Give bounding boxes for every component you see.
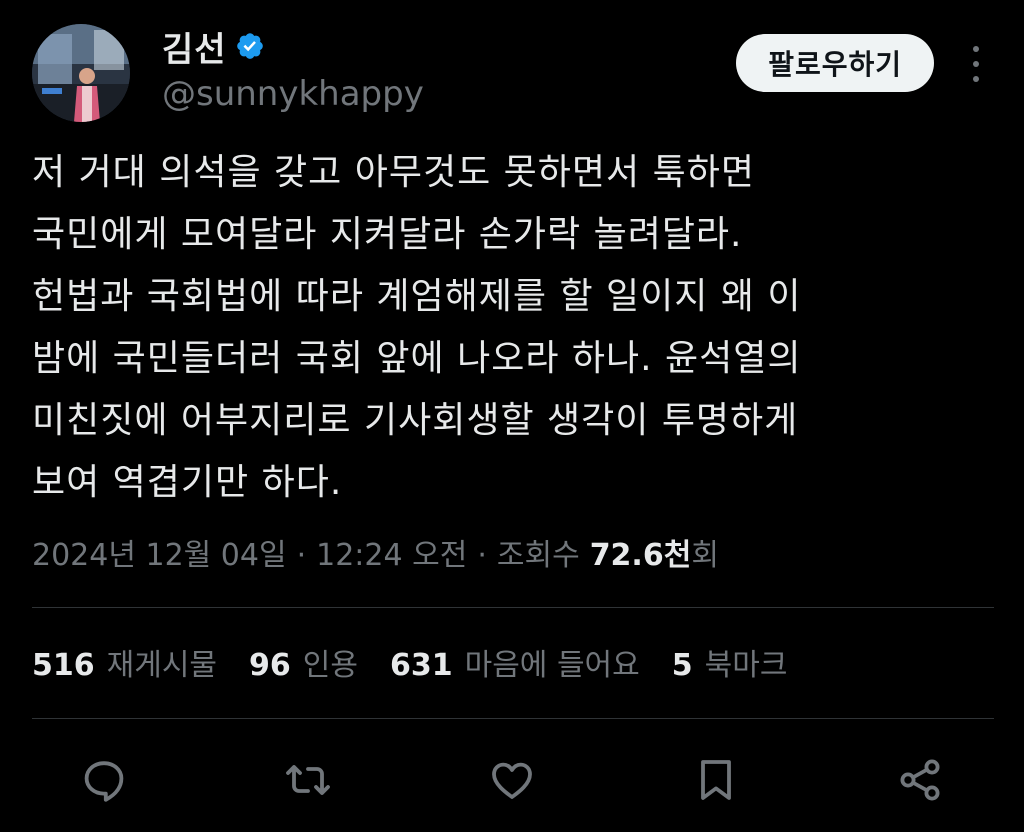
stat-reposts[interactable]: 516 재게시물 — [32, 640, 217, 684]
views-label: 조회수 — [496, 538, 580, 573]
stat-quotes[interactable]: 96 인용 — [249, 640, 358, 684]
tweet-text: 저 거대 의석을 갖고 아무것도 못하면서 툭하면 국민에게 모여달라 지켜달라… — [32, 152, 802, 503]
like-icon[interactable] — [486, 754, 538, 806]
bookmark-icon[interactable] — [690, 754, 742, 806]
more-options-icon[interactable] — [964, 46, 988, 82]
verified-badge-icon — [235, 31, 265, 61]
name-row: 김선 — [162, 20, 424, 72]
stat-likes[interactable]: 631 마음에 들어요 — [390, 640, 640, 684]
avatar-photo — [32, 24, 130, 122]
follow-button[interactable]: 팔로우하기 — [736, 34, 934, 92]
meta-separator: · — [477, 538, 487, 573]
more-dot — [973, 61, 979, 67]
more-dot — [973, 46, 979, 52]
author-info: 김선 @sunnykhappy — [162, 20, 424, 115]
tweet-header: 김선 @sunnykhappy 팔로우하기 — [32, 20, 992, 124]
display-name[interactable]: 김선 — [162, 22, 227, 71]
divider — [32, 718, 994, 719]
meta-separator: · — [296, 538, 307, 573]
views-number[interactable]: 72.6천 — [590, 530, 692, 574]
stat-label: 인용 — [302, 648, 358, 683]
share-icon[interactable] — [894, 754, 946, 806]
avatar[interactable] — [32, 24, 130, 122]
handle[interactable]: @sunnykhappy — [162, 74, 424, 114]
stat-number: 516 — [32, 648, 95, 683]
stat-number: 631 — [389, 648, 453, 683]
repost-icon[interactable] — [282, 754, 334, 806]
divider — [32, 607, 994, 608]
more-dot — [973, 76, 979, 82]
action-bar — [78, 752, 946, 808]
engagement-stats: 516 재게시물 96 인용 631 마음에 들어요 5 북마크 — [32, 640, 819, 684]
reply-icon[interactable] — [78, 754, 130, 806]
stat-label: 북마크 — [704, 648, 788, 683]
stat-label: 마음에 들어요 — [464, 648, 640, 683]
tweet-date[interactable]: 2024년 12월 04일 — [32, 530, 287, 574]
stat-label: 재게시물 — [106, 648, 218, 683]
stat-number: 5 — [671, 648, 693, 683]
stat-number: 96 — [249, 648, 291, 683]
tweet-time[interactable]: 12:24 오전 — [316, 530, 467, 574]
views-suffix: 회 — [691, 538, 719, 573]
stat-bookmarks[interactable]: 5 북마크 — [672, 640, 788, 684]
tweet-meta: 2024년 12월 04일 · 12:24 오전 · 조회수 72.6천 회 — [32, 530, 719, 574]
